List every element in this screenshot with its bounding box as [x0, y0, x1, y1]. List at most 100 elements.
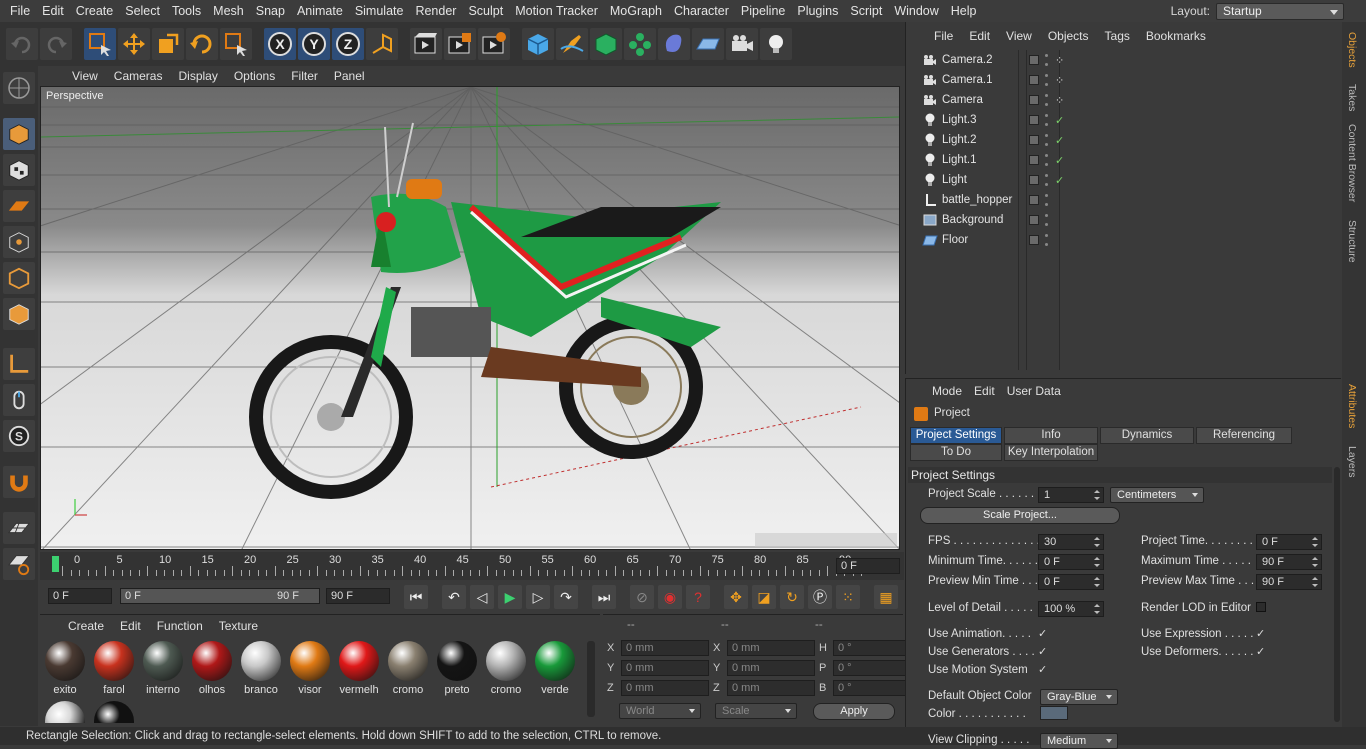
enable-check-icon[interactable]: ✓: [1055, 154, 1064, 167]
render-view-icon[interactable]: [410, 28, 442, 60]
points-mode-icon[interactable]: [3, 226, 35, 258]
scale-project-button[interactable]: Scale Project...: [920, 507, 1120, 524]
start-frame-field[interactable]: 0 F: [48, 588, 112, 604]
preview-min-input[interactable]: 0 F: [1038, 574, 1104, 590]
layer-tag[interactable]: [1029, 135, 1039, 145]
attribute-menu-user-data[interactable]: User Data: [1001, 384, 1067, 398]
render-settings-icon[interactable]: [478, 28, 510, 60]
layer-tag[interactable]: [1029, 235, 1039, 245]
redo-icon[interactable]: [40, 28, 72, 60]
use-expression-checkbox[interactable]: ✓: [1256, 628, 1268, 640]
menu-character[interactable]: Character: [668, 0, 735, 22]
layout-dropdown[interactable]: Startup: [1216, 2, 1344, 20]
menu-simulate[interactable]: Simulate: [349, 0, 410, 22]
timeline-window-icon[interactable]: ▦: [874, 585, 898, 609]
subdivision-icon[interactable]: [590, 28, 622, 60]
next-key-icon[interactable]: ↷: [554, 585, 578, 609]
timeline-ruler[interactable]: 051015202530354045505560657075808590: [50, 554, 862, 576]
material-menu-create[interactable]: Create: [60, 617, 112, 635]
object-row-floor[interactable]: Floor: [914, 230, 1339, 250]
use-animation-checkbox[interactable]: ✓: [1038, 628, 1050, 640]
object-row-camera[interactable]: Camera ⁘: [914, 90, 1339, 110]
goto-start-icon[interactable]: ⏮: [404, 585, 428, 609]
camera-tag-icon[interactable]: ⁘: [1055, 54, 1064, 67]
preview-max-input[interactable]: 90 F: [1256, 574, 1322, 590]
apply-button[interactable]: Apply: [813, 703, 895, 720]
viewport-menu-view[interactable]: View: [64, 69, 106, 83]
key-parameter-icon[interactable]: Ⓟ: [808, 585, 832, 609]
project-scale-unit-dropdown[interactable]: Centimeters: [1110, 487, 1204, 503]
visibility-dots[interactable]: [1045, 214, 1049, 226]
project-scale-input[interactable]: 1: [1038, 487, 1104, 503]
key-position-icon[interactable]: ✥: [724, 585, 748, 609]
enable-check-icon[interactable]: ✓: [1055, 174, 1064, 187]
x-axis-icon[interactable]: X: [264, 28, 296, 60]
camera-tag-icon[interactable]: ⁘: [1055, 94, 1064, 107]
tab-layers[interactable]: Layers: [1346, 446, 1358, 478]
material-swatch[interactable]: farol: [91, 639, 137, 699]
tab-key-interpolation[interactable]: Key Interpolation: [1004, 444, 1098, 461]
material-menu-edit[interactable]: Edit: [112, 617, 149, 635]
material-menu-texture[interactable]: Texture: [211, 617, 266, 635]
viewport-menu-panel[interactable]: Panel: [326, 69, 373, 83]
tab-takes[interactable]: Takes: [1346, 84, 1358, 111]
material-swatch[interactable]: olhos: [189, 639, 235, 699]
menu-edit[interactable]: Edit: [36, 0, 70, 22]
coord-value-field[interactable]: 0 mm: [621, 660, 709, 676]
fps-input[interactable]: 30: [1038, 534, 1104, 550]
layer-tag[interactable]: [1029, 215, 1039, 225]
render-picture-viewer-icon[interactable]: [444, 28, 476, 60]
attribute-menu-edit[interactable]: Edit: [968, 384, 1001, 398]
tab-objects[interactable]: Objects: [1346, 32, 1358, 68]
layer-tag[interactable]: [1029, 195, 1039, 205]
model-mode-icon[interactable]: [3, 118, 35, 150]
solo-icon[interactable]: S: [3, 420, 35, 452]
scale-icon[interactable]: [152, 28, 184, 60]
object-row-camera-2[interactable]: Camera.2 ⁘: [914, 50, 1339, 70]
menu-create[interactable]: Create: [70, 0, 120, 22]
object-row-background[interactable]: Background: [914, 210, 1339, 230]
goto-end-icon[interactable]: ⏭: [592, 585, 616, 609]
visibility-dots[interactable]: [1045, 174, 1049, 186]
attribute-scrollbar[interactable]: [1334, 467, 1340, 722]
object-row-light-3[interactable]: Light.3 ✓: [914, 110, 1339, 130]
tab-to-do[interactable]: To Do: [910, 444, 1002, 461]
coord-value-field[interactable]: 0 mm: [727, 640, 815, 656]
key-scale-icon[interactable]: ◪: [752, 585, 776, 609]
y-axis-icon[interactable]: Y: [298, 28, 330, 60]
grid-snap-icon[interactable]: [3, 512, 35, 544]
menu-mograph[interactable]: MoGraph: [604, 0, 668, 22]
prev-key-icon[interactable]: ↶: [442, 585, 466, 609]
layer-tag[interactable]: [1029, 155, 1039, 165]
menu-snap[interactable]: Snap: [250, 0, 291, 22]
view-clipping-dropdown[interactable]: Medium: [1040, 733, 1118, 749]
tweak-mode-icon[interactable]: [3, 384, 35, 416]
material-swatch[interactable]: exito: [42, 639, 88, 699]
default-color-dropdown[interactable]: Gray-Blue: [1040, 689, 1118, 705]
menu-animate[interactable]: Animate: [291, 0, 349, 22]
tab-dynamics[interactable]: Dynamics: [1100, 427, 1194, 444]
color-swatch[interactable]: [1040, 706, 1068, 720]
object-row-light-2[interactable]: Light.2 ✓: [914, 130, 1339, 150]
tab-structure[interactable]: Structure: [1346, 220, 1358, 263]
use-generators-checkbox[interactable]: ✓: [1038, 646, 1050, 658]
polygons-mode-icon[interactable]: [3, 298, 35, 330]
record-active-icon[interactable]: ⊘: [630, 585, 654, 609]
workplane-lock-icon[interactable]: [3, 548, 35, 580]
menu-file[interactable]: File: [4, 0, 36, 22]
z-axis-icon[interactable]: Z: [332, 28, 364, 60]
autokey-icon[interactable]: ◉: [658, 585, 682, 609]
visibility-dots[interactable]: [1045, 94, 1049, 106]
material-preview[interactable]: [94, 701, 134, 723]
coord-value-field[interactable]: 0 mm: [727, 680, 815, 696]
max-time-input[interactable]: 90 F: [1256, 554, 1322, 570]
edges-mode-icon[interactable]: [3, 262, 35, 294]
visibility-dots[interactable]: [1045, 114, 1049, 126]
object-row-battle-hopper[interactable]: battle_hopper: [914, 190, 1339, 210]
material-swatch[interactable]: verde: [532, 639, 578, 699]
floor-icon[interactable]: [692, 28, 724, 60]
menu-help[interactable]: Help: [945, 0, 983, 22]
use-deformers-checkbox[interactable]: ✓: [1256, 646, 1268, 658]
min-time-input[interactable]: 0 F: [1038, 554, 1104, 570]
lod-input[interactable]: 100 %: [1038, 601, 1104, 617]
